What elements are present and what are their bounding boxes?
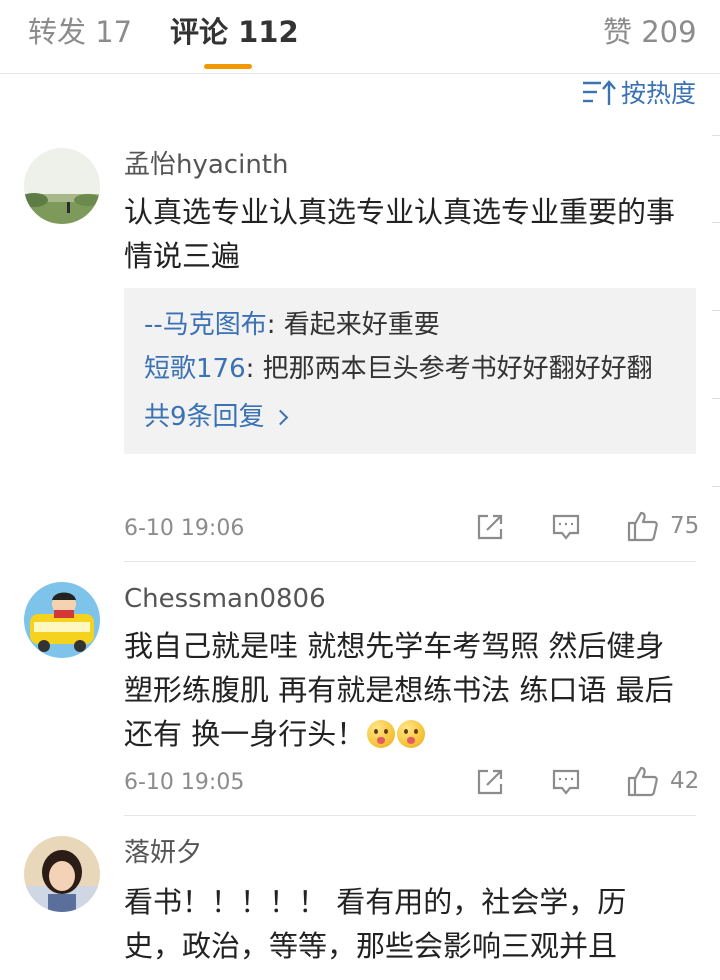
comment-divider bbox=[124, 815, 696, 816]
tab-comments[interactable]: 评论 112 bbox=[170, 12, 299, 52]
reply-text: : 看起来好重要 bbox=[266, 310, 440, 340]
reply-button[interactable] bbox=[551, 767, 581, 797]
comment-icon bbox=[552, 514, 580, 540]
tab-comments-label: 评论 bbox=[170, 15, 229, 49]
tongue-emoji-icon bbox=[367, 720, 396, 748]
chevron-right-icon bbox=[272, 409, 288, 425]
comment-text: 认真选专业认真选专业认真选专业重要的事情说三遍 bbox=[124, 195, 676, 273]
reply-user[interactable]: --马克图布 bbox=[144, 310, 267, 340]
user-name[interactable]: Chessman0806 bbox=[124, 582, 326, 616]
avatar[interactable] bbox=[24, 836, 100, 912]
thumbs-up-icon bbox=[627, 511, 658, 542]
like-button[interactable]: 75 bbox=[626, 509, 699, 543]
reply-text: : 把那两本巨头参考书好好翻好好翻 bbox=[245, 354, 653, 384]
user-name[interactable]: 落妍夕 bbox=[124, 836, 202, 870]
reply-user[interactable]: 短歌176 bbox=[144, 354, 246, 384]
tongue-emoji-icon bbox=[397, 720, 426, 748]
thumbs-up-icon bbox=[627, 766, 658, 797]
tab-reposts-count: 17 bbox=[95, 15, 133, 49]
share-icon bbox=[477, 769, 503, 795]
repost-button[interactable] bbox=[475, 512, 505, 542]
more-replies-label: 共9条回复 bbox=[144, 402, 265, 432]
avatar[interactable] bbox=[24, 582, 100, 658]
comment-tabs: 转发 17 评论 112 赞 209 bbox=[0, 0, 720, 74]
user-name[interactable]: 孟怡hyacinth bbox=[124, 148, 288, 182]
tab-reposts[interactable]: 转发 17 bbox=[28, 12, 132, 52]
like-button[interactable]: 42 bbox=[626, 764, 699, 798]
tab-comments-count: 112 bbox=[238, 15, 299, 49]
sort-label: 按热度 bbox=[620, 79, 696, 108]
tab-likes-count: 209 bbox=[641, 15, 697, 49]
comment-time: 6-10 19:06 bbox=[124, 516, 245, 541]
like-count: 75 bbox=[670, 513, 700, 539]
comment-divider bbox=[124, 561, 696, 562]
sort-icon bbox=[582, 80, 616, 105]
like-count: 42 bbox=[670, 768, 700, 794]
scroll-edge-marks bbox=[712, 0, 720, 980]
reply-item: 短歌176: 把那两本巨头参考书好好翻好好翻 bbox=[144, 348, 676, 390]
tab-likes[interactable]: 赞 209 bbox=[603, 12, 697, 52]
avatar[interactable] bbox=[24, 148, 100, 224]
share-icon bbox=[477, 514, 503, 540]
view-all-replies-link[interactable]: 共9条回复 bbox=[144, 398, 676, 436]
tab-likes-label: 赞 bbox=[603, 15, 633, 49]
active-tab-indicator bbox=[204, 64, 252, 69]
comment-icon bbox=[552, 769, 580, 795]
comment-time: 6-10 19:05 bbox=[124, 770, 245, 795]
reply-button[interactable] bbox=[551, 512, 581, 542]
sort-by-hot-button[interactable]: 按热度 bbox=[581, 74, 696, 110]
comment-text: 我自己就是哇 就想先学车考驾照 然后健身塑形练腹肌 再有就是想练书法 练口语 最… bbox=[124, 624, 690, 756]
comment-text: 看书！！！！！ 看有用的，社会学，历史，政治，等等，那些会影响三观并且 bbox=[124, 885, 627, 963]
reply-box[interactable]: --马克图布: 看起来好重要 短歌176: 把那两本巨头参考书好好翻好好翻 共9… bbox=[124, 288, 696, 454]
tab-reposts-label: 转发 bbox=[28, 15, 87, 49]
repost-button[interactable] bbox=[475, 767, 505, 797]
reply-item: --马克图布: 看起来好重要 bbox=[144, 304, 676, 346]
